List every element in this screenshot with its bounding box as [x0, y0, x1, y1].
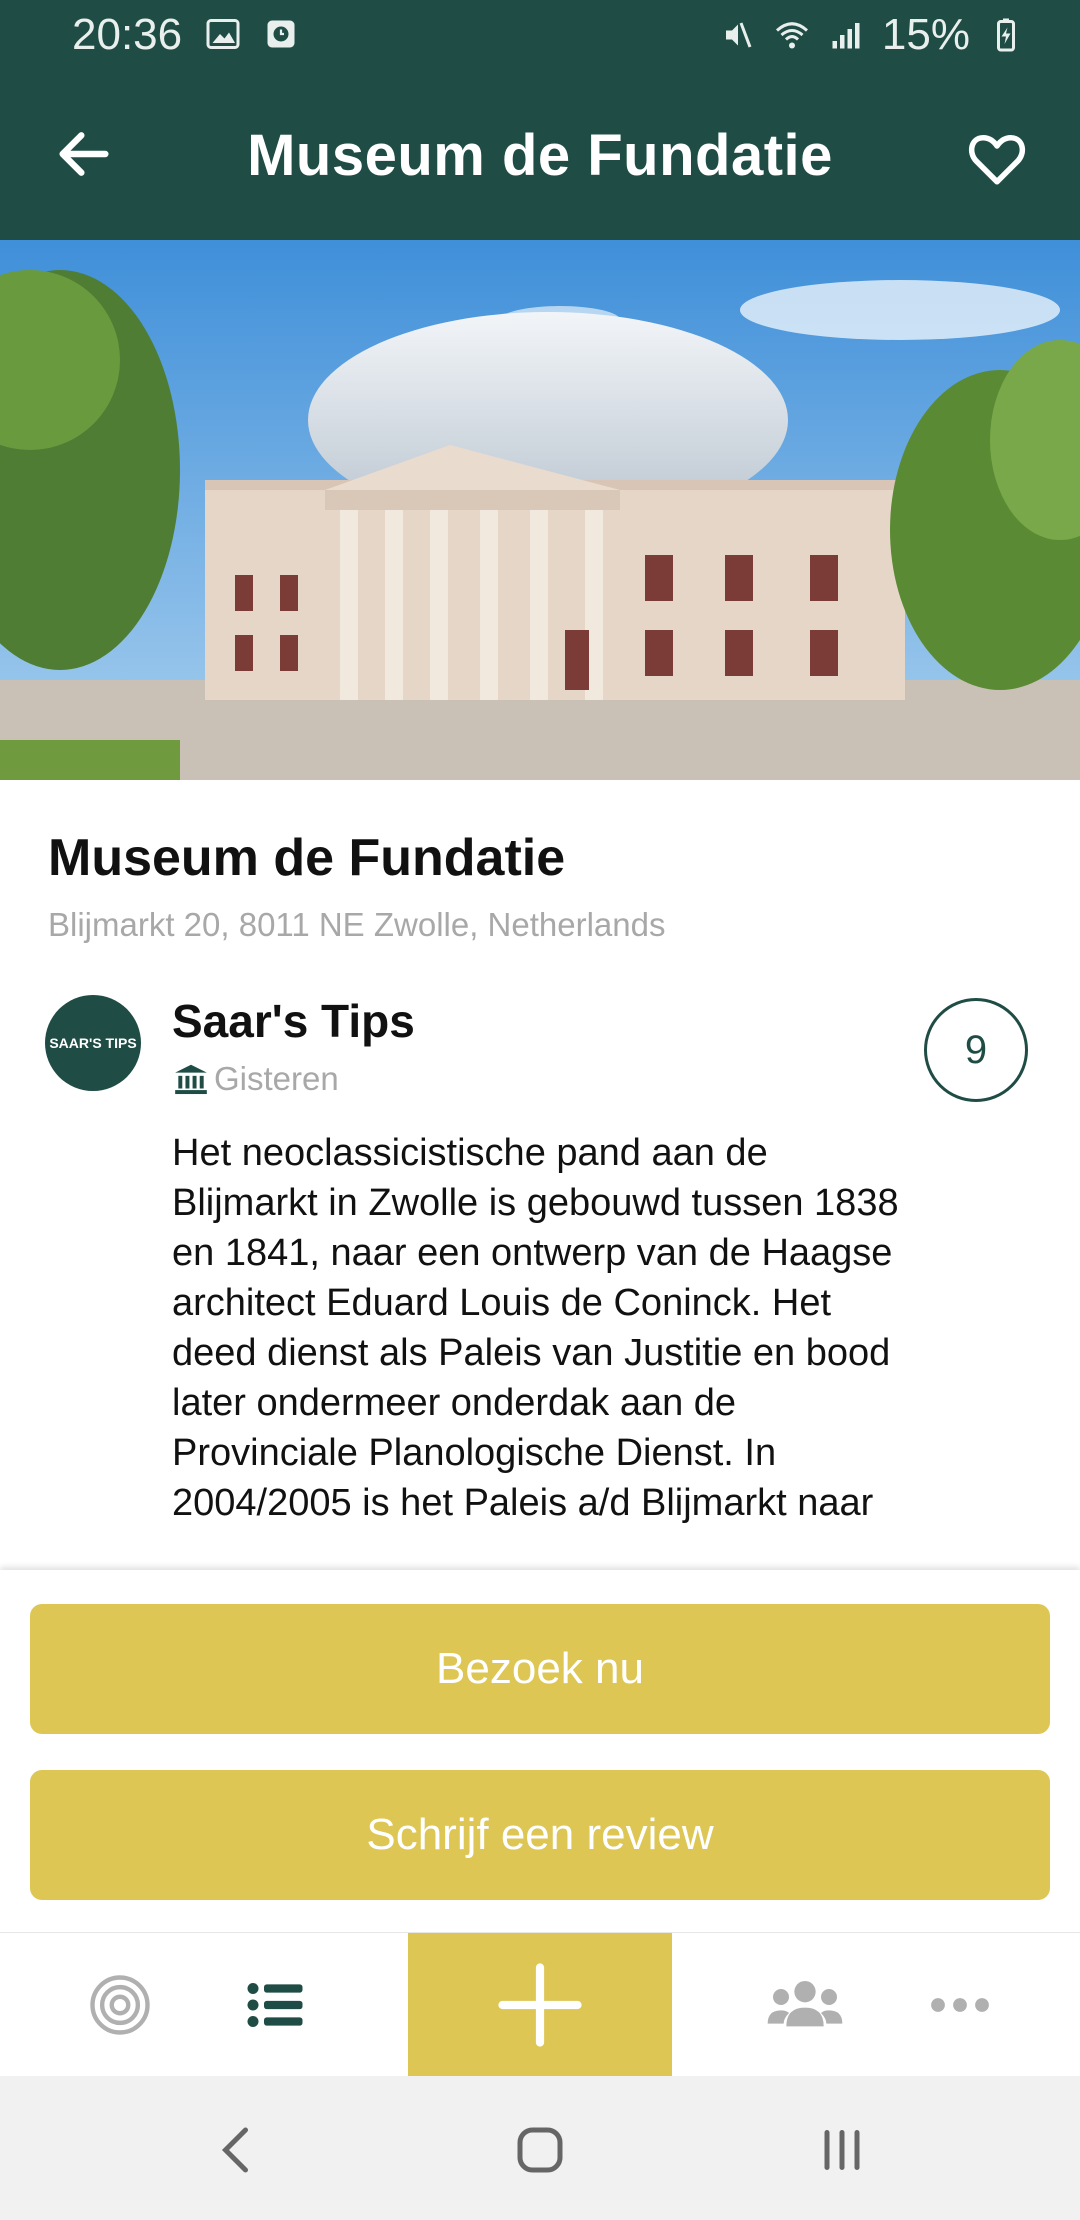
status-time: 20:36 [72, 10, 183, 59]
wifi-icon [775, 22, 808, 49]
radar-icon [90, 1975, 150, 2035]
place-name: Museum de Fundatie [48, 829, 566, 887]
museum-icon [175, 1064, 207, 1095]
review-time: Gisteren [214, 1060, 339, 1097]
place-address: Blijmarkt 20, 8011 NE Zwolle, Netherland… [48, 906, 666, 943]
app-bar: Museum de Fundatie [0, 72, 1080, 240]
action-panel: Bezoek nu Schrijf een review [0, 1570, 1080, 1932]
system-back-icon[interactable] [208, 2120, 268, 2180]
avatar-logo-text: SAAR'S TIPS [49, 1035, 137, 1051]
community-icon [767, 1981, 843, 2027]
battery-charging-icon [997, 18, 1015, 52]
nav-radar[interactable] [60, 1933, 180, 2077]
system-home-icon[interactable] [510, 2120, 570, 2180]
signal-icon [832, 23, 860, 49]
visit-now-button[interactable]: Bezoek nu [30, 1604, 1050, 1734]
nav-community[interactable] [745, 1933, 865, 2077]
write-review-button[interactable]: Schrijf een review [30, 1770, 1050, 1900]
status-bar: 20:36 15% [0, 0, 1080, 72]
review-meta: Gisteren [172, 1060, 339, 1098]
nav-list[interactable] [215, 1933, 335, 2077]
score-value: 9 [964, 1027, 988, 1072]
image-icon [206, 19, 240, 49]
score-badge: 9 [924, 998, 1028, 1102]
clock-app-icon [267, 20, 295, 48]
review-text: Het neoclassicistische pand aan de Blijm… [172, 1132, 899, 1524]
avatar[interactable]: SAAR'S TIPS [45, 995, 141, 1091]
nav-add[interactable] [408, 1933, 672, 2077]
bottom-nav [0, 1932, 1080, 2077]
museum-photo [0, 240, 1080, 780]
review-author[interactable]: Saar's Tips [172, 994, 415, 1048]
system-nav-bar [0, 2076, 1080, 2220]
plus-icon [498, 1963, 582, 2047]
list-icon [247, 1983, 303, 2027]
mute-icon [725, 22, 752, 48]
page-title: Museum de Fundatie [247, 123, 833, 188]
nav-more[interactable] [900, 1933, 1020, 2077]
more-icon [931, 1998, 989, 2012]
battery-percent: 15% [881, 10, 970, 59]
heart-outline-icon[interactable] [964, 124, 1030, 190]
system-recents-icon[interactable] [812, 2120, 872, 2180]
